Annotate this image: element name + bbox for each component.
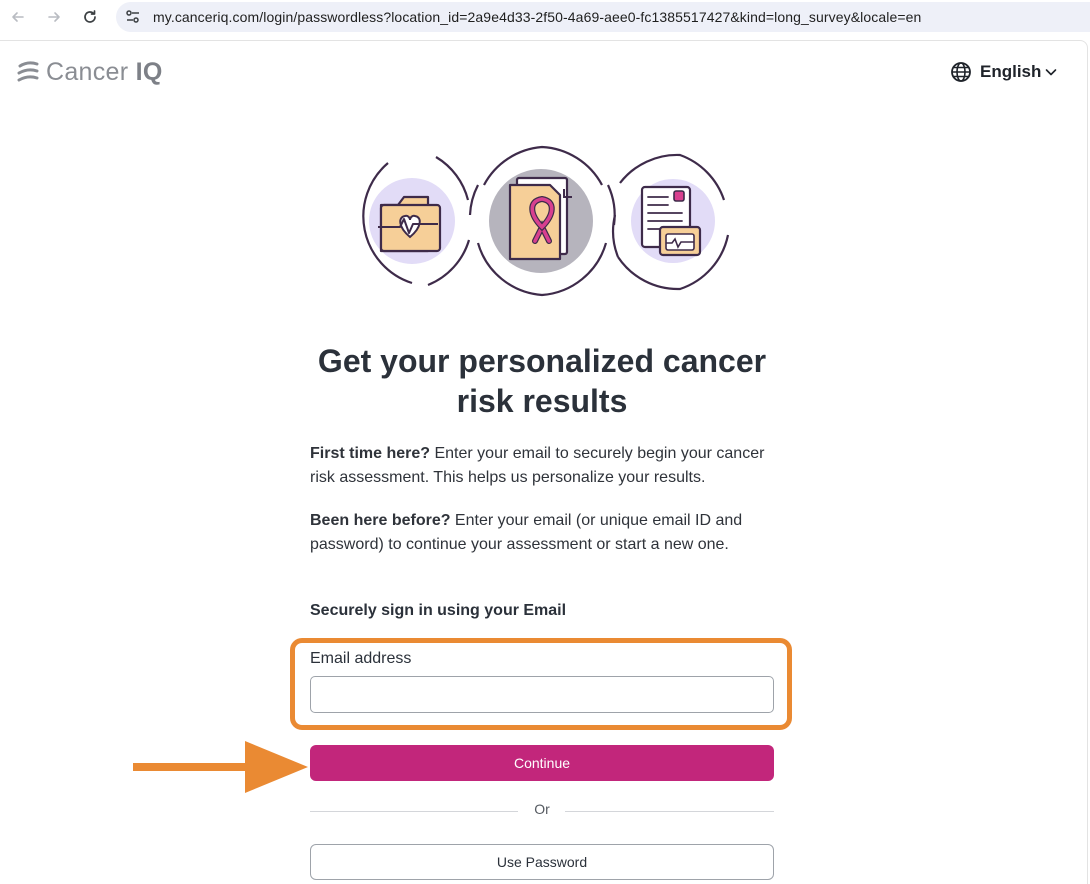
back-button[interactable]: [6, 5, 30, 29]
canceriq-logo[interactable]: Cancer IQ: [16, 57, 163, 87]
returning-bold: Been here before?: [310, 512, 451, 529]
medical-report-icon: [612, 153, 730, 291]
globe-icon: [951, 62, 971, 82]
reload-icon: [84, 10, 96, 23]
url-text[interactable]: my.canceriq.com/login/passwordless?locat…: [153, 9, 921, 25]
arrow-left-icon: [12, 12, 24, 22]
chevron-down-icon: [1046, 69, 1057, 76]
logo-text: Cancer IQ: [46, 58, 163, 87]
language-label: English: [980, 62, 1042, 81]
signin-heading: Securely sign in using your Email: [310, 602, 567, 619]
email-label: Email address: [310, 650, 412, 667]
reload-button[interactable]: [78, 5, 102, 29]
language-selector[interactable]: English: [950, 61, 1057, 83]
address-bar[interactable]: my.canceriq.com/login/passwordless?locat…: [116, 2, 1090, 32]
arrow-annotation-icon: [133, 741, 308, 793]
first-time-paragraph: First time here? Enter your email to sec…: [310, 442, 790, 490]
returning-paragraph: Been here before? Enter your email (or u…: [310, 509, 790, 557]
health-folder-icon: [362, 156, 471, 287]
first-time-bold: First time here?: [310, 445, 431, 462]
divider-right: [565, 811, 774, 812]
continue-button[interactable]: Continue: [310, 745, 774, 781]
logo-text-bold: IQ: [135, 57, 163, 86]
or-separator: Or: [534, 801, 550, 817]
email-field[interactable]: [310, 676, 774, 713]
divider-left: [310, 811, 518, 812]
page-title: Get your personalized cancer risk result…: [317, 343, 767, 419]
hero-illustration: [362, 145, 730, 297]
ribbon-document-icon: [468, 145, 616, 297]
logo-stripes-icon: [17, 61, 39, 82]
arrow-right-icon: [48, 12, 60, 22]
logo-text-light: Cancer: [46, 57, 136, 86]
tune-icon[interactable]: [124, 8, 142, 26]
page-content: Cancer IQ English Get your personalized …: [0, 40, 1088, 884]
use-password-button[interactable]: Use Password: [310, 844, 774, 880]
forward-button[interactable]: [42, 5, 66, 29]
browser-toolbar: my.canceriq.com/login/passwordless?locat…: [0, 0, 1090, 34]
